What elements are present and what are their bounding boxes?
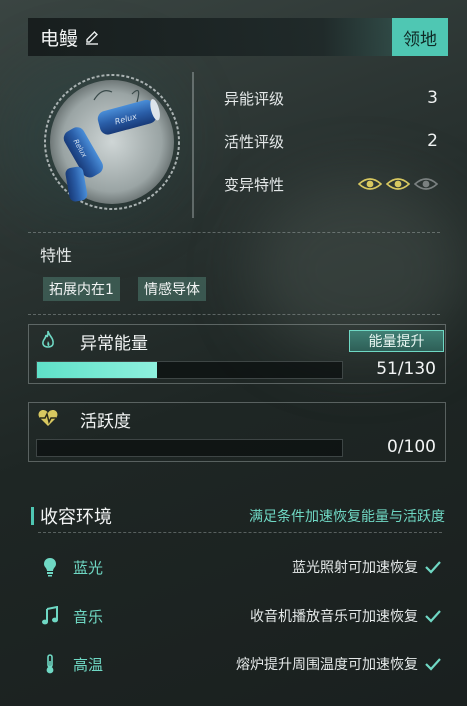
energy-value: 51/130	[376, 359, 436, 379]
check-icon	[425, 610, 441, 623]
stat-label: 活性评级	[224, 132, 285, 151]
creature-header: 电鳗 领地	[28, 18, 448, 56]
territory-button[interactable]: 领地	[392, 18, 448, 56]
stat-value: 2	[427, 131, 438, 151]
env-item-name: 蓝光	[73, 559, 104, 577]
divider	[38, 532, 442, 533]
activity-value: 0/100	[387, 437, 436, 457]
portrait-divider	[192, 72, 194, 218]
check-icon	[425, 658, 441, 671]
section-accent-bar	[31, 507, 34, 525]
energy-bar-fill	[37, 362, 157, 378]
energy-bar	[36, 361, 343, 379]
env-item-name: 高温	[73, 656, 104, 674]
mutation-eye-active-icon	[386, 178, 410, 190]
env-item-desc: 蓝光照射可加速恢复	[292, 560, 418, 576]
activity-bar	[36, 439, 343, 457]
edit-name-icon[interactable]	[84, 29, 100, 45]
heartbeat-icon	[38, 410, 58, 426]
env-item-high-temp: 高温 熔炉提升周围温度可加速恢复	[40, 651, 442, 677]
stat-activity-rating: 活性评级 2	[224, 129, 438, 153]
check-icon	[425, 561, 441, 574]
divider	[28, 232, 440, 233]
flame-icon	[42, 330, 54, 348]
lightbulb-icon	[44, 558, 56, 577]
stat-ability-rating: 异能评级 3	[224, 86, 438, 110]
mutation-eye-inactive-icon	[414, 178, 438, 190]
trait-tag[interactable]: 拓展内在1	[43, 277, 120, 301]
environment-title: 收容环境	[40, 507, 112, 528]
env-item-desc: 收音机播放音乐可加速恢复	[250, 609, 418, 625]
energy-boost-button[interactable]: 能量提升	[349, 330, 444, 352]
energy-title: 异常能量	[80, 334, 148, 354]
stat-label: 变异特性	[224, 175, 285, 194]
stat-value: 3	[427, 88, 438, 108]
traits-title: 特性	[40, 246, 73, 265]
env-item-blue-light: 蓝光 蓝光照射可加速恢复	[40, 554, 442, 580]
thermometer-icon	[46, 654, 54, 674]
env-item-music: 音乐 收音机播放音乐可加速恢复	[40, 603, 442, 629]
stat-label: 异能评级	[224, 89, 285, 108]
mutation-eye-active-icon	[358, 178, 382, 190]
creature-name: 电鳗	[40, 27, 79, 50]
stat-mutation-traits: 变异特性	[224, 172, 438, 196]
activity-title: 活跃度	[80, 412, 131, 432]
env-item-name: 音乐	[73, 608, 104, 626]
music-note-icon	[42, 606, 58, 625]
environment-description: 满足条件加速恢复能量与活跃度	[249, 509, 445, 525]
trait-tag[interactable]: 情感导体	[138, 277, 206, 301]
env-item-desc: 熔炉提升周围温度可加速恢复	[236, 657, 418, 673]
divider	[28, 314, 440, 315]
mutation-eyes	[358, 177, 438, 191]
creature-portrait: Relux Relux	[44, 74, 180, 210]
